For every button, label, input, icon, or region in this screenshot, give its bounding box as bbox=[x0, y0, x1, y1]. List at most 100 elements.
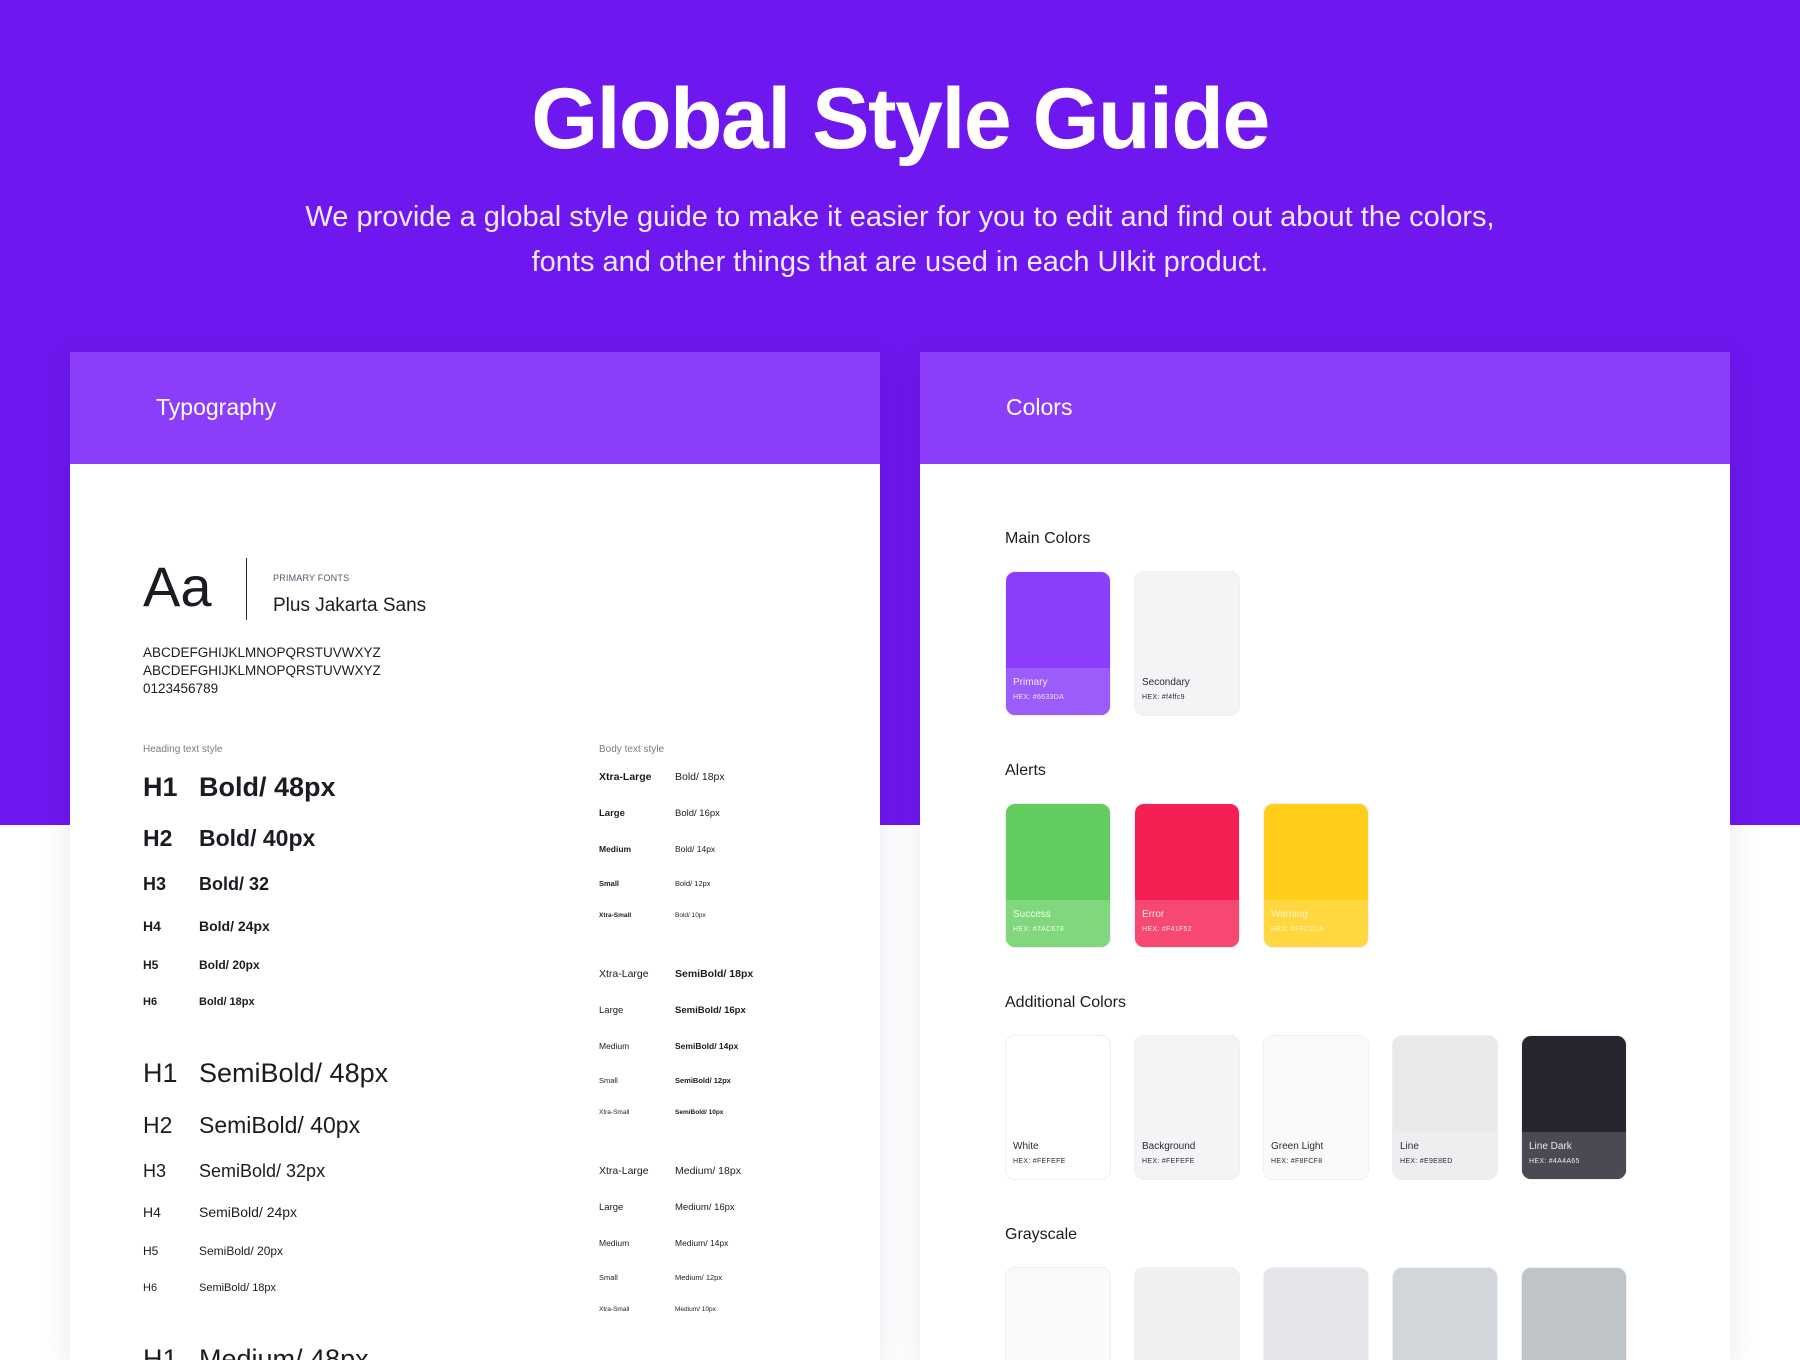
font-divider bbox=[246, 558, 247, 620]
heading-row: H2 Bold/ 40px bbox=[143, 825, 315, 852]
swatch-label-area: Warning HEX: #FFCD1A bbox=[1264, 900, 1368, 947]
primary-fonts-label: PRIMARY FONTS bbox=[273, 573, 350, 583]
heading-style: Bold/ 40px bbox=[199, 825, 316, 851]
body-row: Xtra-Large Bold/ 18px bbox=[599, 771, 725, 783]
swatch-hex: HEX: #4A4A65 bbox=[1529, 1158, 1580, 1165]
color-swatch: Primary HEX: #6633DA bbox=[1005, 571, 1111, 716]
alerts-title: Alerts bbox=[1005, 762, 1046, 779]
heading-tag: H2 bbox=[143, 1112, 173, 1138]
body-size: Large bbox=[599, 1005, 624, 1016]
swatch-label-area: Secondary HEX: #f4ffc9 bbox=[1135, 668, 1239, 715]
color-swatch: Background HEX: #FEFEFE bbox=[1134, 1035, 1240, 1180]
swatch-name: White bbox=[1013, 1141, 1039, 1152]
swatch-hex: HEX: #f4ffc9 bbox=[1142, 694, 1185, 701]
heading-style: Medium/ 48px bbox=[199, 1344, 369, 1360]
body-row: Small Bold/ 12px bbox=[599, 879, 710, 888]
heading-tag: H6 bbox=[143, 996, 158, 1008]
color-swatch bbox=[1521, 1267, 1627, 1360]
heading-style: Bold/ 32 bbox=[199, 874, 270, 894]
body-row: Xtra-Small SemiBold/ 10px bbox=[599, 1109, 723, 1116]
body-size: Xtra-Large bbox=[599, 1165, 649, 1177]
swatch-hex: HEX: #E9E8ED bbox=[1400, 1158, 1453, 1165]
body-style: SemiBold/ 10px bbox=[675, 1109, 724, 1116]
color-swatch: Warning HEX: #FFCD1A bbox=[1263, 803, 1369, 948]
character-set: ABCDEFGHIJKLMNOPQRSTUVWXYZ ABCDEFGHIJKLM… bbox=[143, 644, 381, 698]
heading-row: H4 Bold/ 24px bbox=[143, 918, 270, 934]
body-size: Medium bbox=[599, 1041, 630, 1051]
swatch-label-area: Success HEX: #7AC678 bbox=[1006, 900, 1110, 947]
heading-row: H6 SemiBold/ 18px bbox=[143, 1282, 276, 1294]
body-style: Bold/ 10px bbox=[675, 912, 706, 919]
body-style: SemiBold/ 16px bbox=[675, 1005, 746, 1016]
swatch-label-area: Background HEX: #FEFEFE bbox=[1135, 1132, 1239, 1179]
body-size: Xtra-Large bbox=[599, 968, 649, 980]
body-size: Medium bbox=[599, 844, 632, 854]
heading-row: H4 SemiBold/ 24px bbox=[143, 1204, 297, 1220]
body-row: Xtra-Small Medium/ 10px bbox=[599, 1306, 716, 1313]
body-size: Xtra-Small bbox=[599, 912, 632, 919]
heading-row: H3 SemiBold/ 32px bbox=[143, 1161, 325, 1182]
color-swatch bbox=[1005, 1267, 1111, 1360]
heading-row: H1 Medium/ 48px bbox=[143, 1344, 369, 1360]
heading-row: H5 Bold/ 20px bbox=[143, 958, 260, 972]
swatch-label-area: Green Light HEX: #F8FCF8 bbox=[1264, 1132, 1368, 1179]
subtitle-line-2: fonts and other things that are used in … bbox=[531, 246, 1269, 278]
body-style: Bold/ 18px bbox=[675, 771, 725, 783]
typography-panel: Typography Aa PRIMARY FONTS Plus Jakarta… bbox=[70, 352, 880, 1360]
body-row: Large Medium/ 16px bbox=[599, 1202, 735, 1213]
heading-tag: H5 bbox=[143, 1244, 159, 1258]
main-colors-title: Main Colors bbox=[1005, 530, 1091, 547]
body-style: Medium/ 10px bbox=[675, 1306, 716, 1313]
body-row: Medium Bold/ 14px bbox=[599, 844, 715, 854]
body-style: Medium/ 18px bbox=[675, 1165, 741, 1177]
swatch-hex: HEX: #FEFEFE bbox=[1142, 1158, 1195, 1165]
heading-style-label: Heading text style bbox=[143, 744, 223, 755]
body-style: Bold/ 16px bbox=[675, 808, 720, 819]
body-style: Medium/ 14px bbox=[675, 1238, 729, 1248]
color-swatch: Line Dark HEX: #4A4A65 bbox=[1521, 1035, 1627, 1180]
heading-style: SemiBold/ 48px bbox=[199, 1058, 389, 1088]
body-size: Large bbox=[599, 808, 625, 819]
subtitle-line-1: We provide a global style guide to make … bbox=[305, 201, 1495, 233]
color-swatch bbox=[1392, 1267, 1498, 1360]
heading-row: H1 Bold/ 48px bbox=[143, 772, 336, 803]
heading-row: H1 SemiBold/ 48px bbox=[143, 1058, 388, 1089]
page-subtitle: We provide a global style guide to make … bbox=[250, 195, 1550, 285]
body-size: Xtra-Small bbox=[599, 1109, 630, 1116]
heading-style: Bold/ 18px bbox=[199, 996, 255, 1008]
body-row: Small SemiBold/ 12px bbox=[599, 1076, 731, 1085]
heading-row: H6 Bold/ 18px bbox=[143, 996, 255, 1008]
heading-tag: H3 bbox=[143, 1161, 167, 1181]
color-swatch bbox=[1263, 1267, 1369, 1360]
body-style: Bold/ 12px bbox=[675, 879, 711, 888]
color-swatch: Error HEX: #F41F52 bbox=[1134, 803, 1240, 948]
font-sample: Aa bbox=[143, 555, 212, 618]
color-swatch bbox=[1134, 1267, 1240, 1360]
heading-row: H5 SemiBold/ 20px bbox=[143, 1244, 283, 1258]
swatch-label-area: Line Dark HEX: #4A4A65 bbox=[1522, 1132, 1626, 1179]
body-row: Large Bold/ 16px bbox=[599, 808, 720, 819]
heading-tag: H5 bbox=[143, 958, 159, 972]
body-size: Xtra-Small bbox=[599, 1306, 630, 1313]
colors-panel-header: Colors bbox=[920, 352, 1730, 464]
swatch-label-area: White HEX: #FEFEFE bbox=[1006, 1132, 1110, 1179]
body-row: Large SemiBold/ 16px bbox=[599, 1005, 746, 1016]
body-style: Medium/ 12px bbox=[675, 1273, 723, 1282]
swatch-hex: HEX: #F8FCF8 bbox=[1271, 1158, 1323, 1165]
body-row: Xtra-Small Bold/ 10px bbox=[599, 912, 706, 919]
body-row: Xtra-Large Medium/ 18px bbox=[599, 1165, 741, 1177]
heading-style: SemiBold/ 18px bbox=[199, 1282, 277, 1294]
swatch-name: Warning bbox=[1271, 909, 1308, 920]
body-size: Xtra-Large bbox=[599, 771, 652, 783]
grayscale-title: Grayscale bbox=[1005, 1226, 1078, 1243]
color-swatch: Success HEX: #7AC678 bbox=[1005, 803, 1111, 948]
heading-row: H2 SemiBold/ 40px bbox=[143, 1112, 360, 1139]
typography-panel-header: Typography bbox=[70, 352, 880, 464]
primary-font-name: Plus Jakarta Sans bbox=[273, 595, 427, 616]
body-row: Medium SemiBold/ 14px bbox=[599, 1041, 738, 1051]
heading-style: SemiBold/ 24px bbox=[199, 1204, 298, 1220]
body-row: Xtra-Large SemiBold/ 18px bbox=[599, 968, 753, 980]
heading-tag: H4 bbox=[143, 918, 161, 934]
swatch-label-area: Primary HEX: #6633DA bbox=[1006, 668, 1110, 715]
swatch-name: Primary bbox=[1013, 677, 1048, 688]
